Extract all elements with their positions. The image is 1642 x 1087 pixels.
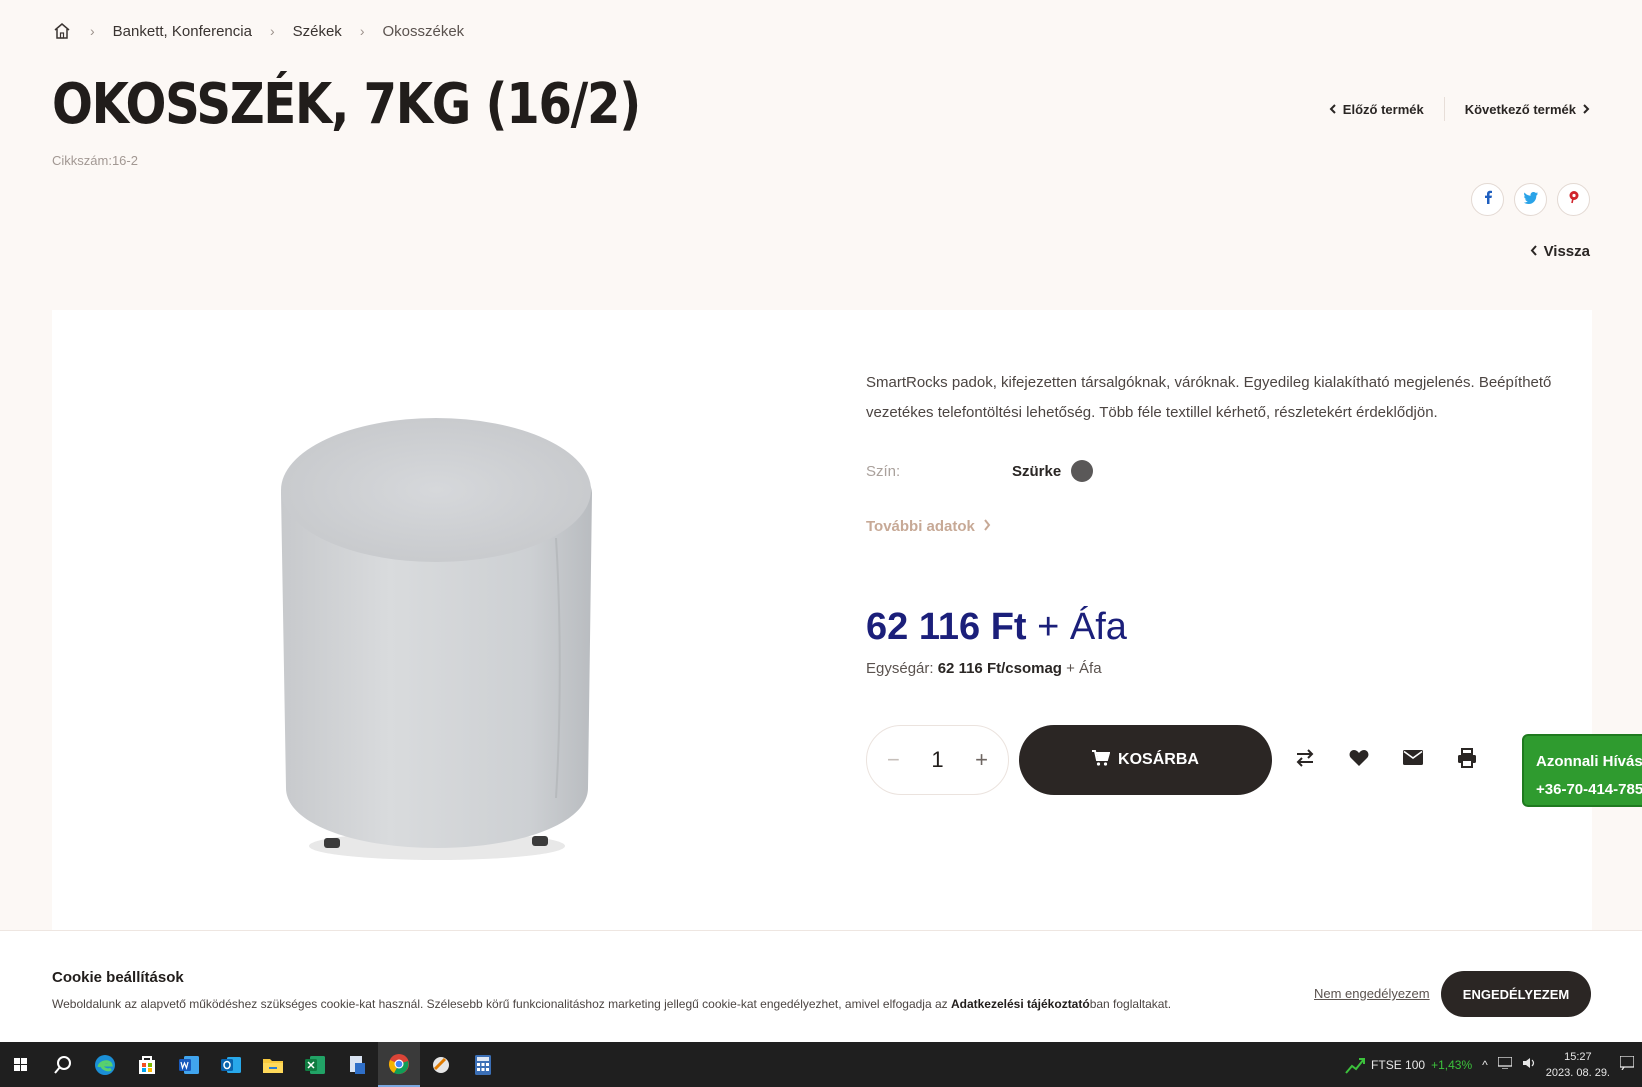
unit-price-value: 62 116 Ft/csomag xyxy=(937,660,1062,677)
color-label: Szín: xyxy=(866,462,901,480)
cart-icon xyxy=(1092,749,1111,771)
compare-icon xyxy=(1295,748,1315,772)
twitter-share-button[interactable] xyxy=(1514,183,1547,216)
windows-icon xyxy=(14,1057,27,1071)
stock-widget[interactable]: FTSE 100 +1,43% xyxy=(1345,1056,1472,1074)
windows-taskbar: FTSE 100 +1,43% ^ 15:27 2023. 08. 29. xyxy=(0,1042,1642,1087)
breadcrumb-separator: › xyxy=(269,23,275,39)
store-taskbar-icon[interactable] xyxy=(126,1042,168,1087)
product-actions xyxy=(1293,747,1479,773)
chevron-left-icon xyxy=(1530,243,1538,260)
calculator-taskbar-icon[interactable] xyxy=(462,1042,504,1087)
app-taskbar-icon[interactable] xyxy=(420,1042,462,1087)
breadcrumb-separator: › xyxy=(90,23,95,39)
color-swatch[interactable] xyxy=(1071,460,1094,482)
unit-price: Egységár: 62 116 Ft/csomag + Áfa xyxy=(866,660,1102,677)
breadcrumb-item-szekek[interactable]: Székek xyxy=(293,23,342,40)
printer-icon xyxy=(1457,747,1477,773)
chevron-right-icon xyxy=(1582,102,1590,117)
cookie-title: Cookie beállítások xyxy=(52,969,184,986)
start-button[interactable] xyxy=(0,1042,42,1087)
breadcrumb: › Bankett, Konferencia › Székek › Okossz… xyxy=(52,20,464,42)
envelope-icon xyxy=(1403,750,1423,770)
pinterest-share-button[interactable] xyxy=(1557,183,1590,216)
back-label: Vissza xyxy=(1543,243,1590,260)
cookie-allow-button[interactable]: ENGEDÉLYEZEM xyxy=(1441,971,1591,1017)
file-explorer-taskbar-icon[interactable] xyxy=(252,1042,294,1087)
search-icon xyxy=(54,1055,71,1074)
product-price: 62 116 Ft + Áfa xyxy=(866,606,1127,649)
quantity-increase-button[interactable]: + xyxy=(975,747,988,773)
page-title: OKOSSZÉK, 7KG (16/2) xyxy=(52,72,641,137)
unit-price-label: Egységár: xyxy=(866,660,934,677)
color-option: Szín: Szürke xyxy=(866,460,1094,482)
wishlist-button[interactable] xyxy=(1347,748,1371,772)
volume-icon[interactable] xyxy=(1522,1057,1536,1072)
product-image[interactable] xyxy=(276,418,598,866)
privacy-policy-link[interactable]: Adatkezelési tájékoztató xyxy=(951,997,1090,1011)
pinterest-icon xyxy=(1568,190,1580,209)
previous-product-label: Előző termék xyxy=(1342,101,1424,117)
facebook-icon xyxy=(1483,190,1493,209)
instant-call-number: +36-70-414-7853 xyxy=(1536,781,1642,798)
instant-call-label: Azonnali Hívás xyxy=(1536,753,1642,770)
search-button[interactable] xyxy=(42,1042,84,1087)
stock-chart-icon xyxy=(1345,1057,1366,1074)
product-sku: Cikkszám:16-2 xyxy=(52,153,138,168)
previous-product-link[interactable]: Előző termék xyxy=(1329,102,1424,117)
instant-call-widget[interactable]: Azonnali Hívás +36-70-414-7853 xyxy=(1522,734,1642,807)
more-details-link[interactable]: További adatok xyxy=(866,518,991,535)
next-product-label: Következő termék xyxy=(1464,101,1576,117)
chrome-taskbar-icon[interactable] xyxy=(378,1042,420,1087)
app-taskbar-icon[interactable] xyxy=(336,1042,378,1087)
divider xyxy=(1443,97,1445,121)
print-button[interactable] xyxy=(1455,747,1479,773)
notification-icon[interactable] xyxy=(1619,1055,1635,1073)
cookie-text-main: Weboldalunk az alapvető működéshez szüks… xyxy=(52,997,951,1011)
quantity-value[interactable]: 1 xyxy=(931,747,943,773)
product-navigation: Előző termék Következő termék xyxy=(1329,97,1590,121)
quantity-decrease-button[interactable]: − xyxy=(887,747,900,773)
email-button[interactable] xyxy=(1401,748,1425,772)
add-to-cart-button[interactable]: KOSÁRBA xyxy=(1019,725,1272,795)
home-icon[interactable] xyxy=(52,21,72,41)
system-tray: FTSE 100 +1,43% ^ 15:27 2023. 08. 29. xyxy=(1345,1042,1642,1087)
chevron-up-icon[interactable]: ^ xyxy=(1482,1058,1488,1072)
network-icon[interactable] xyxy=(1497,1056,1513,1072)
cookie-banner: Cookie beállítások Weboldalunk az alapve… xyxy=(0,930,1642,1042)
cookie-text-end: ban foglaltakat. xyxy=(1089,997,1172,1011)
clock-date: 2023. 08. 29. xyxy=(1545,1066,1610,1079)
chevron-right-icon xyxy=(983,518,991,535)
more-details-label: További adatok xyxy=(866,518,975,535)
price-amount: 62 116 Ft xyxy=(866,606,1027,648)
quantity-stepper: − 1 + xyxy=(866,725,1009,795)
back-link[interactable]: Vissza xyxy=(1530,243,1590,260)
product-description: SmartRocks padok, kifejezetten társalgók… xyxy=(866,374,1552,421)
edge-taskbar-icon[interactable] xyxy=(84,1042,126,1087)
share-buttons xyxy=(1471,183,1590,216)
stock-name: FTSE 100 xyxy=(1371,1057,1426,1072)
breadcrumb-item-okosszekek: Okosszékek xyxy=(382,22,465,40)
cookie-text: Weboldalunk az alapvető működéshez szüks… xyxy=(52,997,1171,1011)
facebook-share-button[interactable] xyxy=(1471,183,1504,216)
chevron-left-icon xyxy=(1329,102,1337,117)
next-product-link[interactable]: Következő termék xyxy=(1465,102,1590,117)
stock-change: +1,43% xyxy=(1431,1057,1473,1072)
clock[interactable]: 15:27 2023. 08. 29. xyxy=(1546,1049,1610,1081)
compare-button[interactable] xyxy=(1293,748,1317,772)
add-to-cart-label: KOSÁRBA xyxy=(1118,751,1199,768)
cookie-deny-link[interactable]: Nem engedélyezem xyxy=(1314,986,1430,1001)
price-vat: + Áfa xyxy=(1037,606,1127,648)
outlook-taskbar-icon[interactable] xyxy=(210,1042,252,1087)
color-value: Szürke xyxy=(1012,462,1062,480)
excel-taskbar-icon[interactable] xyxy=(294,1042,336,1087)
heart-icon xyxy=(1349,749,1369,772)
clock-time: 15:27 xyxy=(1564,1050,1592,1063)
twitter-icon xyxy=(1523,191,1538,209)
word-taskbar-icon[interactable] xyxy=(168,1042,210,1087)
unit-price-vat: + Áfa xyxy=(1066,660,1102,677)
breadcrumb-separator: › xyxy=(359,23,365,39)
breadcrumb-item-bankett[interactable]: Bankett, Konferencia xyxy=(113,23,252,40)
